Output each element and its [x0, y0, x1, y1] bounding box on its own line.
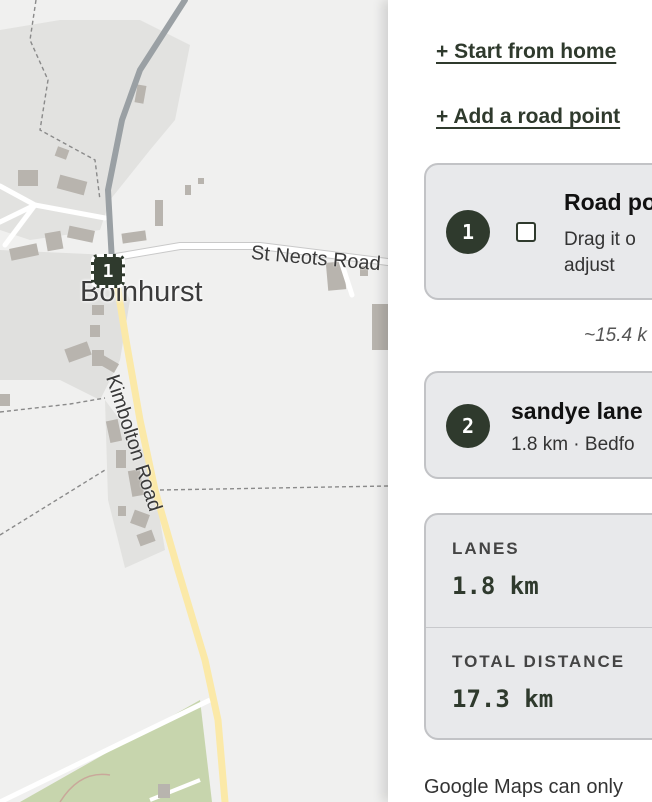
total-distance-value: 17.3 km	[452, 685, 554, 713]
road-point-checkbox[interactable]	[516, 222, 536, 242]
stats-divider	[426, 627, 652, 628]
lane-meta: 1.8 km · Bedfo	[511, 434, 635, 455]
road-point-marker[interactable]: 1	[91, 254, 125, 288]
lane-title: sandye lane	[511, 398, 643, 424]
lanes-value: 1.8 km	[452, 572, 539, 600]
start-from-home-button[interactable]: + Start from home	[436, 40, 616, 64]
map-canvas[interactable]	[0, 0, 388, 802]
road-point-desc-line1: Drag it o	[564, 229, 636, 250]
road-point-desc-line2: adjust	[564, 255, 615, 276]
road-point-title: Road po	[564, 189, 652, 215]
route-panel: + Start from home + Add a road point 1 R…	[388, 0, 652, 802]
point-number-badge: 1	[446, 210, 490, 254]
lane-card[interactable]: 2 sandye lane 1.8 km · Bedfo	[424, 371, 652, 479]
add-road-point-button[interactable]: + Add a road point	[436, 105, 620, 129]
total-distance-label: TOTAL DISTANCE	[452, 652, 626, 671]
route-map[interactable]: Bolnhurst St Neots Road Kimbolton Road 1	[0, 0, 388, 802]
building	[158, 784, 170, 798]
lanes-label: LANES	[452, 539, 520, 558]
lane-number-badge: 2	[446, 404, 490, 448]
footer-note: Google Maps can only	[424, 776, 624, 798]
stats-card: LANES 1.8 km TOTAL DISTANCE 17.3 km	[424, 513, 652, 740]
road-point-card[interactable]: 1 Road po Drag it o adjust	[424, 163, 652, 300]
segment-distance: ~15.4 k	[584, 325, 647, 346]
